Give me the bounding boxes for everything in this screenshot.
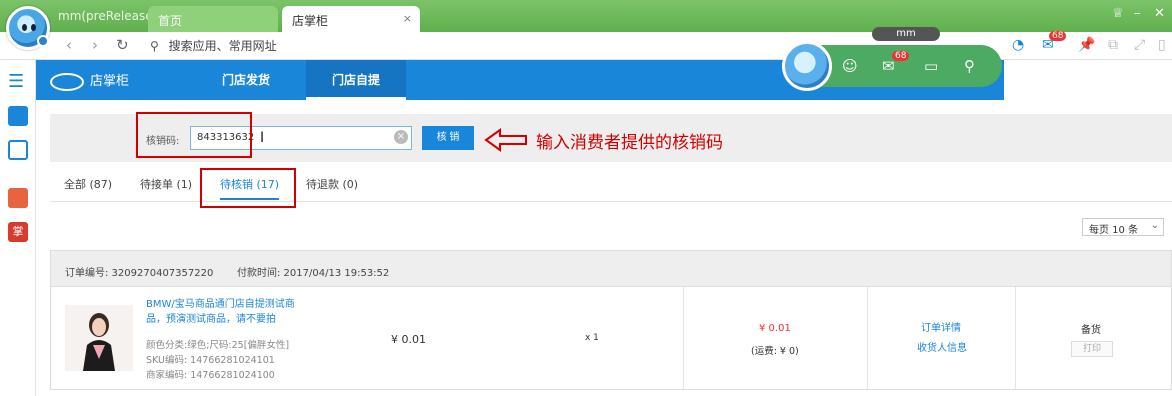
shopping-bag-icon[interactable] [8, 106, 28, 126]
nav-store-pickup[interactable]: 门店自提 [306, 60, 407, 100]
product-photo [65, 305, 133, 371]
tab-pending-accept[interactable]: 待接单 (1) [140, 176, 192, 192]
clock-icon[interactable]: ◔ [1012, 37, 1024, 53]
product-sku: SKU编码: 14766281024101 [146, 355, 275, 366]
verify-button[interactable]: 核 销 [422, 126, 474, 150]
tab-store-manager[interactable]: 店掌柜 × [282, 6, 420, 32]
receiver-info-link[interactable]: 收货人信息 [917, 339, 967, 354]
pin-icon[interactable]: 📌 [1078, 37, 1095, 53]
list-icon[interactable]: ☰ [8, 72, 28, 92]
order-card: 订单编号: 3209270407357220 付款时间: 2017/04/13 … [50, 250, 1172, 390]
order-status: 备货 [1081, 325, 1101, 336]
widget-avatar[interactable] [782, 41, 832, 91]
user-avatar[interactable] [6, 6, 50, 50]
minimize-icon[interactable]: – [1134, 6, 1141, 21]
calendar-icon[interactable]: ▭ [924, 57, 938, 75]
store-icon[interactable] [8, 188, 28, 208]
app-title: mm(preRelease) [58, 9, 158, 23]
print-button[interactable]: 打印 [1071, 341, 1113, 357]
status-clock-icon [37, 35, 49, 47]
message-badge: 68 [892, 51, 910, 61]
address-bar[interactable]: ⚲ 搜索应用、常用网址 [150, 37, 750, 55]
column-divider [1015, 287, 1016, 389]
page-size-select[interactable]: 每页 10 条 ⌄ [1082, 218, 1164, 236]
column-divider [683, 287, 684, 389]
text-cursor-icon: I [260, 130, 265, 146]
back-icon[interactable]: ‹ [66, 36, 72, 54]
avatar-eye [22, 24, 27, 31]
skin-icon[interactable]: ♕ [1112, 6, 1124, 21]
order-detail-link[interactable]: 订单详情 [921, 319, 961, 334]
tab-all[interactable]: 全部 (87) [64, 176, 112, 192]
order-header: 订单编号: 3209270407357220 付款时间: 2017/04/13 … [51, 251, 1171, 287]
floating-widget: ☺ ✉ 68 ▭ ⚲ [782, 41, 1002, 91]
logo-mark-icon [50, 72, 84, 91]
product-image[interactable] [65, 305, 133, 371]
quantity: x 1 [585, 333, 599, 343]
page-size-value: 每页 10 条 [1089, 225, 1139, 236]
annotation-arrow-icon [484, 128, 527, 152]
close-tab-icon[interactable]: × [403, 12, 412, 25]
nav-store-shipping[interactable]: 门店发货 [196, 60, 296, 100]
refresh-icon[interactable]: ↻ [116, 36, 129, 54]
highlight-box-input [136, 112, 252, 158]
tab-store-label: 店掌柜 [292, 14, 329, 28]
avatar-eye [31, 24, 36, 31]
order-number: 订单编号: 3209270407357220 [65, 268, 214, 279]
close-window-icon[interactable]: ✕ [1154, 6, 1165, 21]
search-icon: ⚲ [150, 39, 159, 53]
face-icon[interactable]: ☺ [842, 57, 858, 75]
tab-home-label: 首页 [158, 14, 183, 28]
mail-badge: 68 [1049, 31, 1067, 41]
expand-icon[interactable]: ⤢ [1134, 37, 1145, 53]
tab-pending-refund[interactable]: 待退款 (0) [306, 176, 358, 192]
paid-time: 付款时间: 2017/04/13 19:53:52 [237, 268, 390, 279]
chevron-down-icon: ⌄ [1150, 220, 1159, 231]
tab-home[interactable]: 首页 [148, 6, 278, 32]
logo-text: 店掌柜 [90, 74, 130, 89]
sidebar-toggle-icon[interactable]: ▯ [1158, 37, 1166, 53]
order-row: BMW/宝马商品通门店自提测试商品，预演测试商品，请不要拍 颜色分类:绿色;尺码… [51, 287, 1171, 389]
left-sidebar: ☰ 掌 [0, 60, 36, 396]
product-title-link[interactable]: BMW/宝马商品通门店自提测试商品，预演测试商品，请不要拍 [146, 297, 306, 327]
address-placeholder: 搜索应用、常用网址 [168, 39, 277, 53]
total-price: ¥ 0.01 [759, 323, 791, 334]
forward-icon[interactable]: › [92, 36, 98, 54]
unit-price: ¥ 0.01 [391, 333, 426, 346]
shipping-fee: (运费: ¥ 0) [751, 346, 799, 357]
column-divider [867, 287, 868, 389]
clear-input-icon[interactable]: × [394, 130, 408, 144]
annotation-text: 输入消费者提供的核销码 [536, 133, 723, 153]
zhang-icon[interactable]: 掌 [8, 222, 28, 242]
id-card-icon[interactable] [8, 140, 28, 160]
highlight-box-tab [200, 168, 296, 208]
product-attrs: 颜色分类:绿色;尺码:25[偏胖女性] [146, 340, 290, 351]
logo: 店掌柜 [50, 70, 129, 91]
merchant-code: 商家编码: 14766281024100 [146, 370, 275, 381]
mm-label: mm [872, 27, 940, 41]
search-icon[interactable]: ⚲ [964, 57, 975, 75]
popout-icon[interactable]: ⧉ [1108, 37, 1118, 53]
window-title-bar: mm(preRelease) 首页 店掌柜 × ♕ – ✕ [0, 0, 1172, 32]
